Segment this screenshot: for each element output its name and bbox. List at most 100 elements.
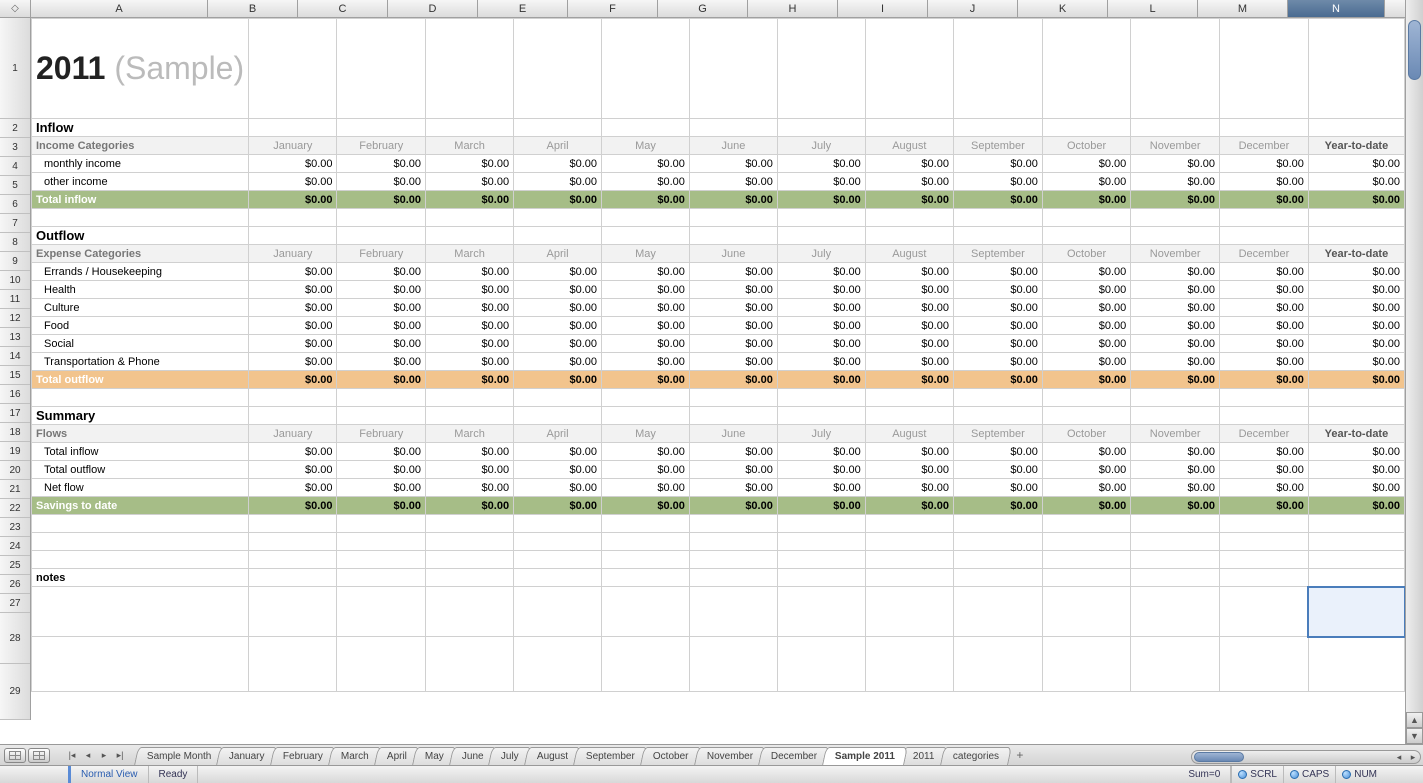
cell-B11[interactable]: $0.00 — [249, 281, 337, 299]
cell-F15[interactable]: $0.00 — [602, 353, 690, 371]
cell-E14[interactable]: $0.00 — [514, 335, 602, 353]
cell-A1[interactable]: 2011 (Sample) — [32, 19, 249, 119]
cell-F2[interactable] — [602, 119, 690, 137]
row-header-4[interactable]: 4 — [0, 157, 30, 176]
cell-E4[interactable]: $0.00 — [514, 155, 602, 173]
cell-H1[interactable] — [777, 19, 865, 119]
cell-D29[interactable] — [426, 637, 514, 692]
cell-G13[interactable]: $0.00 — [689, 317, 777, 335]
cell-B7[interactable] — [249, 209, 337, 227]
column-header-E[interactable]: E — [478, 0, 568, 17]
cell-E20[interactable]: $0.00 — [514, 443, 602, 461]
cell-L8[interactable] — [1131, 227, 1220, 245]
cell-C2[interactable] — [337, 119, 426, 137]
cell-I4[interactable]: $0.00 — [865, 155, 953, 173]
row-header-18[interactable]: 18 — [0, 423, 30, 442]
cell-B25[interactable] — [249, 533, 337, 551]
cell-A27[interactable]: notes — [32, 569, 249, 587]
cell-M6[interactable]: $0.00 — [1220, 191, 1309, 209]
cell-B16[interactable]: $0.00 — [249, 371, 337, 389]
cell-M26[interactable] — [1220, 551, 1309, 569]
cell-D5[interactable]: $0.00 — [426, 173, 514, 191]
cell-D9[interactable]: March — [426, 245, 514, 263]
cell-N4[interactable]: $0.00 — [1308, 155, 1404, 173]
cell-E22[interactable]: $0.00 — [514, 479, 602, 497]
cell-F25[interactable] — [602, 533, 690, 551]
cell-M10[interactable]: $0.00 — [1220, 263, 1309, 281]
column-header-M[interactable]: M — [1198, 0, 1288, 17]
cell-C24[interactable] — [337, 515, 426, 533]
vertical-scrollbar[interactable]: ▲ ▼ — [1405, 0, 1423, 744]
cell-B26[interactable] — [249, 551, 337, 569]
cell-N26[interactable] — [1308, 551, 1404, 569]
row-header-8[interactable]: 8 — [0, 233, 30, 252]
cell-A23[interactable]: Savings to date — [32, 497, 249, 515]
cell-I25[interactable] — [865, 533, 953, 551]
cell-H14[interactable]: $0.00 — [777, 335, 865, 353]
cell-I8[interactable] — [865, 227, 953, 245]
cell-G18[interactable] — [689, 407, 777, 425]
cell-H22[interactable]: $0.00 — [777, 479, 865, 497]
cell-F14[interactable]: $0.00 — [602, 335, 690, 353]
cell-C12[interactable]: $0.00 — [337, 299, 426, 317]
cell-A17[interactable] — [32, 389, 249, 407]
cell-L10[interactable]: $0.00 — [1131, 263, 1220, 281]
cell-K4[interactable]: $0.00 — [1042, 155, 1130, 173]
cell-K13[interactable]: $0.00 — [1042, 317, 1130, 335]
cell-G27[interactable] — [689, 569, 777, 587]
cell-E3[interactable]: April — [514, 137, 602, 155]
column-header-B[interactable]: B — [208, 0, 298, 17]
cell-A8[interactable]: Outflow — [32, 227, 249, 245]
row-header-6[interactable]: 6 — [0, 195, 30, 214]
cell-A2[interactable]: Inflow — [32, 119, 249, 137]
column-header-L[interactable]: L — [1108, 0, 1198, 17]
cell-J24[interactable] — [953, 515, 1042, 533]
cell-K16[interactable]: $0.00 — [1042, 371, 1130, 389]
cell-M28[interactable] — [1220, 587, 1309, 637]
row-header-3[interactable]: 3 — [0, 138, 30, 157]
sheet-tab-sample-2011[interactable]: Sample 2011 — [822, 747, 908, 765]
row-header-9[interactable]: 9 — [0, 252, 30, 271]
tab-nav-prev[interactable]: ◂ — [80, 748, 96, 762]
cell-G11[interactable]: $0.00 — [689, 281, 777, 299]
cell-C20[interactable]: $0.00 — [337, 443, 426, 461]
cell-D20[interactable]: $0.00 — [426, 443, 514, 461]
cell-I23[interactable]: $0.00 — [865, 497, 953, 515]
cell-G7[interactable] — [689, 209, 777, 227]
cell-E2[interactable] — [514, 119, 602, 137]
column-header-D[interactable]: D — [388, 0, 478, 17]
cell-D1[interactable] — [426, 19, 514, 119]
cell-L24[interactable] — [1131, 515, 1220, 533]
cell-G20[interactable]: $0.00 — [689, 443, 777, 461]
cell-B15[interactable]: $0.00 — [249, 353, 337, 371]
row-header-28[interactable]: 28 — [0, 613, 30, 664]
cell-K10[interactable]: $0.00 — [1042, 263, 1130, 281]
cell-M22[interactable]: $0.00 — [1220, 479, 1309, 497]
cell-F23[interactable]: $0.00 — [602, 497, 690, 515]
cell-H17[interactable] — [777, 389, 865, 407]
cell-E13[interactable]: $0.00 — [514, 317, 602, 335]
cell-A10[interactable]: Errands / Housekeeping — [32, 263, 249, 281]
cell-E11[interactable]: $0.00 — [514, 281, 602, 299]
cell-M7[interactable] — [1220, 209, 1309, 227]
cell-A12[interactable]: Culture — [32, 299, 249, 317]
cell-I2[interactable] — [865, 119, 953, 137]
cell-I12[interactable]: $0.00 — [865, 299, 953, 317]
cell-K1[interactable] — [1042, 19, 1130, 119]
cell-M1[interactable] — [1220, 19, 1309, 119]
cell-M12[interactable]: $0.00 — [1220, 299, 1309, 317]
cell-D24[interactable] — [426, 515, 514, 533]
cell-C25[interactable] — [337, 533, 426, 551]
cell-A24[interactable] — [32, 515, 249, 533]
cell-J9[interactable]: September — [953, 245, 1042, 263]
cell-B22[interactable]: $0.00 — [249, 479, 337, 497]
cell-E29[interactable] — [514, 637, 602, 692]
cell-A14[interactable]: Social — [32, 335, 249, 353]
cell-M15[interactable]: $0.00 — [1220, 353, 1309, 371]
cell-I22[interactable]: $0.00 — [865, 479, 953, 497]
row-header-13[interactable]: 13 — [0, 328, 30, 347]
cell-C11[interactable]: $0.00 — [337, 281, 426, 299]
row-header-12[interactable]: 12 — [0, 309, 30, 328]
cell-F9[interactable]: May — [602, 245, 690, 263]
cell-D14[interactable]: $0.00 — [426, 335, 514, 353]
